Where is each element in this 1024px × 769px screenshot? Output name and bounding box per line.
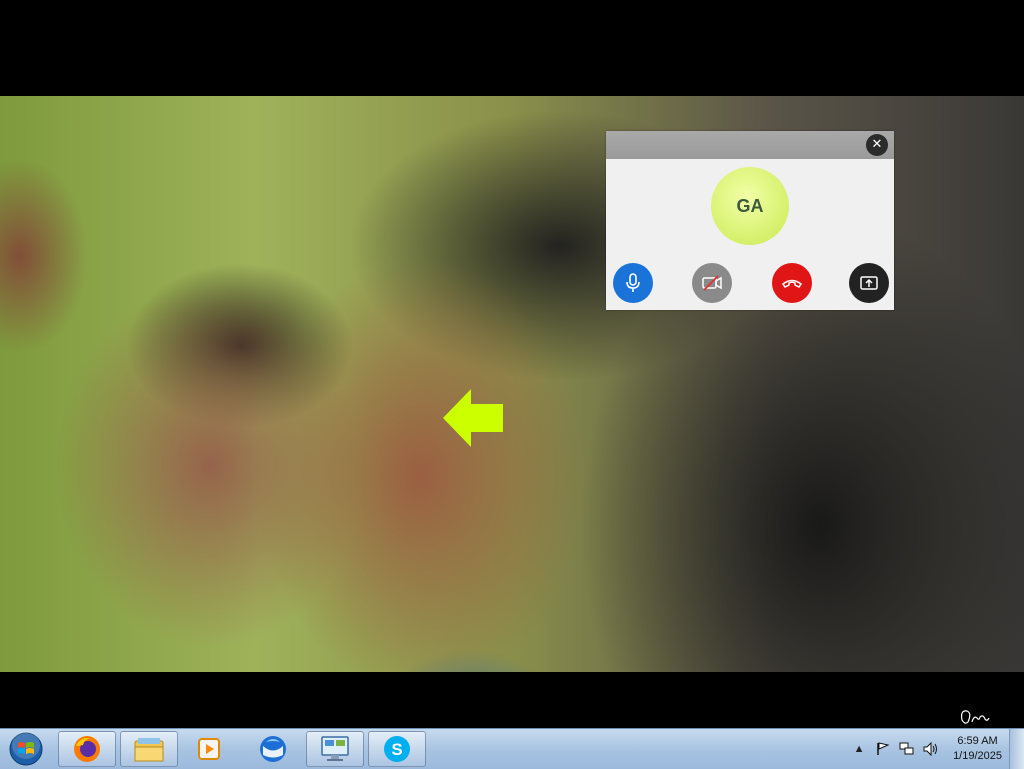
microphone-button[interactable] xyxy=(613,263,653,303)
network-icon[interactable] xyxy=(899,741,915,757)
phone-hangup-icon xyxy=(781,279,803,288)
action-center-flag-icon[interactable] xyxy=(875,741,891,757)
taskbar-thunderbird[interactable] xyxy=(244,731,302,767)
start-button[interactable] xyxy=(4,731,48,767)
taskbar: S ▲ 6:59 AM 1/19/2025 xyxy=(0,728,1024,769)
microphone-icon xyxy=(626,273,640,292)
camera-button[interactable] xyxy=(692,263,732,303)
firefox-icon xyxy=(74,736,100,762)
taskbar-explorer[interactable] xyxy=(120,731,178,767)
yellow-arrow-icon xyxy=(443,389,503,447)
taskbar-media-player[interactable] xyxy=(180,731,238,767)
skype-icon: S xyxy=(384,736,410,762)
avatar: GA xyxy=(711,167,789,245)
thunderbird-icon xyxy=(260,736,286,762)
close-button[interactable]: ✕ xyxy=(866,134,888,156)
windows-explorer-icon xyxy=(134,738,164,762)
camera-off-icon xyxy=(702,275,722,291)
share-screen-button[interactable] xyxy=(849,263,889,303)
clock[interactable]: 6:59 AM 1/19/2025 xyxy=(953,734,1002,764)
call-window: ✕ GA xyxy=(606,131,894,310)
taskbar-remote-desktop[interactable] xyxy=(306,731,364,767)
system-tray: ▲ 6:59 AM 1/19/2025 xyxy=(847,729,1002,769)
call-titlebar[interactable]: ✕ xyxy=(606,131,894,159)
remote-desktop-icon xyxy=(321,736,349,761)
taskbar-firefox[interactable] xyxy=(58,731,116,767)
taskbar-skype[interactable]: S xyxy=(368,731,426,767)
svg-text:S: S xyxy=(391,740,402,759)
clock-time: 6:59 AM xyxy=(957,735,998,747)
windows-start-icon xyxy=(9,731,43,766)
show-desktop-button[interactable] xyxy=(1009,729,1024,769)
end-call-button[interactable] xyxy=(772,263,812,303)
media-player-icon xyxy=(198,738,220,760)
signature-mark xyxy=(960,710,990,724)
volume-icon[interactable] xyxy=(923,741,939,757)
close-icon: ✕ xyxy=(871,137,883,152)
show-hidden-icons-chevron-icon[interactable]: ▲ xyxy=(851,741,867,757)
share-screen-icon xyxy=(860,276,878,290)
clock-date: 1/19/2025 xyxy=(953,750,1002,762)
